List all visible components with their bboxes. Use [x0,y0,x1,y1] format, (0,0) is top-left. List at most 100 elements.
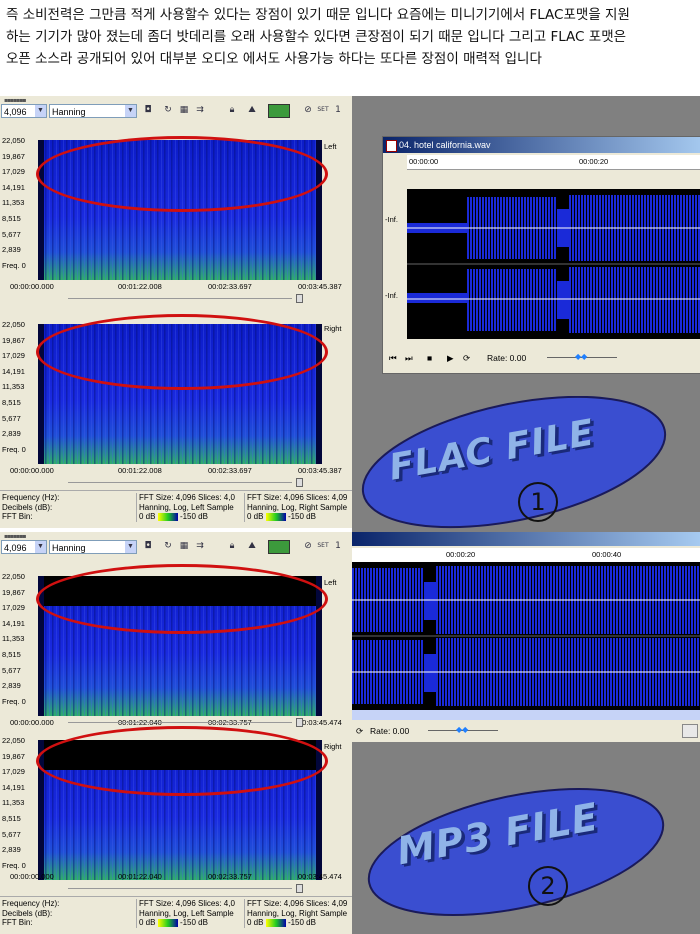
lock-icon[interactable]: 🔒︎ [226,540,238,552]
time-tick: 00:00:00.000 [10,872,54,881]
transport-bar: ⟳ Rate: 0.00 ◆◆ [352,720,700,742]
slider-knob[interactable] [296,478,303,487]
lock-icon[interactable]: 🔒︎ [226,104,238,116]
chart-icon[interactable]: ⇉ [194,540,206,552]
window-type-select[interactable]: Hanning ▼ [49,540,137,554]
window-type-select[interactable]: Hanning ▼ [49,104,137,118]
mp3-number-badge: 2 [528,866,568,906]
scroll-slider[interactable] [38,294,322,303]
status-bar: Frequency (Hz): Decibels (dB): FFT Bin: … [0,490,352,525]
loop-icon[interactable]: ⟳ [356,726,363,737]
color-swatch-icon[interactable] [268,540,290,554]
rate-label: Rate: 0.00 [487,353,527,363]
color-swatch-icon[interactable] [268,104,290,118]
stop-icon[interactable]: ■ [427,353,432,363]
blue-frame [352,532,700,546]
channel-label-right: Right [324,742,342,751]
rate-label: Rate: 0.00 [370,726,410,736]
status-bar: Frequency (Hz): Decibels (dB): FFT Bin: … [0,896,352,931]
y-axis-left: 22,050 19,867 17,029 14,191 11,353 8,515… [2,572,26,706]
chevron-down-icon: ▼ [35,105,46,117]
wave-editor-window: 04. hotel california.wav 00:00:00 00:00:… [382,136,700,374]
db-gradient [157,512,178,521]
chevron-down-icon: ▼ [35,541,46,553]
wave-editor-window: 00:00:20 00:00:40 ⟳ Rate: 0.00 ◆◆ [352,532,700,742]
time-tick: 00:02:33.697 [208,466,252,475]
toolbar-grip-icon: ▪▪▪▪▪▪▪ [4,533,26,540]
window-title: 04. hotel california.wav [399,140,491,150]
scroll-slider[interactable] [38,884,322,893]
db-gradient [157,918,178,927]
time-tick: 00:00:00.000 [10,466,54,475]
toolbar-grip-icon: ▪▪▪▪▪▪▪ [4,97,26,104]
set-label: SET [317,542,329,549]
waveform-display[interactable] [407,189,700,339]
time-ruler: 00:00:00 00:00:20 [407,155,700,170]
fft-size-select[interactable]: 4,096 ▼ [1,540,47,554]
chart-icon[interactable]: ⇉ [194,104,206,116]
refresh-icon[interactable]: ↻ [162,104,174,116]
time-ruler: 00:00:20 00:00:40 [352,548,700,563]
play-start-icon[interactable]: ⏮︎ [389,353,397,364]
chevron-down-icon: ▼ [125,541,136,553]
time-tick: 00:03:45.387 [298,466,342,475]
loop-icon[interactable]: ⟳ [463,353,470,364]
status-right-box: FFT Size: 4,096 Slices: 4,09 Hanning, Lo… [244,493,351,522]
korean-caption: 즉 소비전력은 그만큼 적게 사용할수 있다는 장점이 있기 때문 입니다 요즘… [6,4,696,96]
play-icon[interactable]: ▶ [447,353,454,364]
caption-line-1: 즉 소비전력은 그만큼 적게 사용할수 있다는 장점이 있기 때문 입니다 요즘… [6,7,630,23]
spectrum-icon[interactable]: ▦ [178,540,190,552]
refresh-icon[interactable]: ↻ [162,540,174,552]
play-end-icon[interactable]: ⏭︎ [405,353,413,364]
time-tick: 00:02:33.757 [208,872,252,881]
flac-spectrum-panel: ▪▪▪▪▪▪▪ 4,096 ▼ Hanning ▼ ◘ ↻ ▦ ⇉ 🔒︎ ⛰︎ ⊘ … [0,96,352,528]
scroll-slider[interactable] [38,478,322,487]
set-number: 1 [335,541,341,551]
time-tick: 00:01:22.040 [118,872,162,881]
rate-slider-knob[interactable]: ◆◆ [575,352,587,361]
y-axis-left: 22,050 19,867 17,029 14,191 11,353 8,515… [2,136,26,270]
db-gradient [265,918,286,927]
rate-slider-knob[interactable]: ◆◆ [456,725,468,734]
channel-label-left: Left [324,578,337,587]
h-scrollbar[interactable] [352,710,700,720]
graph-type-icon[interactable]: ⛰︎ [246,540,258,552]
caption-line-3: 오픈 소스라 공개되어 있어 대부분 오디오 에서도 사용가능 하다는 또다른 … [6,51,542,67]
slider-knob[interactable] [296,294,303,303]
caption-line-2: 하는 기기가 많아 졌는데 좀더 밧데리를 오래 사용할수 있다면 큰장점이 되… [6,29,627,45]
time-tick: 00:00:00.000 [10,282,54,291]
status-right-box: FFT Size: 4,096 Slices: 4,09 Hanning, Lo… [244,899,351,928]
settings-icon[interactable]: ◘ [142,540,154,552]
set-label: SET [317,106,329,113]
set-number: 1 [335,105,341,115]
mp3-spectrum-panel: ▪▪▪▪▪▪▪ 4,096 ▼ Hanning ▼ ◘ ↻ ▦ ⇉ 🔒︎ ⛰︎ ⊘ … [0,532,352,934]
slider-knob[interactable] [296,884,303,893]
slider-knob[interactable] [296,718,303,727]
graph-type-icon[interactable]: ⛰︎ [246,104,258,116]
highlight-ring [36,314,328,390]
waveform-image [407,189,700,339]
status-left-box: FFT Size: 4,096 Slices: 4,0 Hanning, Log… [136,493,243,522]
flac-side-area: 04. hotel california.wav 00:00:00 00:00:… [352,96,700,532]
waveform-display[interactable] [352,562,700,710]
spectrum-icon[interactable]: ▦ [178,104,190,116]
highlight-ring [36,136,328,212]
corner-icon[interactable] [682,724,698,738]
scroll-slider[interactable] [38,718,322,727]
fft-size-select[interactable]: 4,096 ▼ [1,104,47,118]
cancel-icon[interactable]: ⊘ [302,104,314,116]
settings-icon[interactable]: ◘ [142,104,154,116]
y-axis-right: 22,050 19,867 17,029 14,191 11,353 8,515… [2,320,26,454]
chevron-down-icon: ▼ [125,105,136,117]
flac-number-badge: 1 [518,482,558,522]
status-labels: Frequency (Hz): Decibels (dB): FFT Bin: [2,493,60,521]
time-tick: 00:03:45.474 [298,872,342,881]
time-tick: 00:01:22.008 [118,282,162,291]
time-tick: 00:02:33.697 [208,282,252,291]
mp3-side-area: 00:00:20 00:00:40 ⟳ Rate: 0.00 ◆◆ MP3 FI… [352,532,700,934]
channel-label-left: Left [324,142,337,151]
window-title-bar: 04. hotel california.wav [383,137,700,153]
status-left-box: FFT Size: 4,096 Slices: 4,0 Hanning, Log… [136,899,243,928]
time-tick: 00:01:22.008 [118,466,162,475]
cancel-icon[interactable]: ⊘ [302,540,314,552]
